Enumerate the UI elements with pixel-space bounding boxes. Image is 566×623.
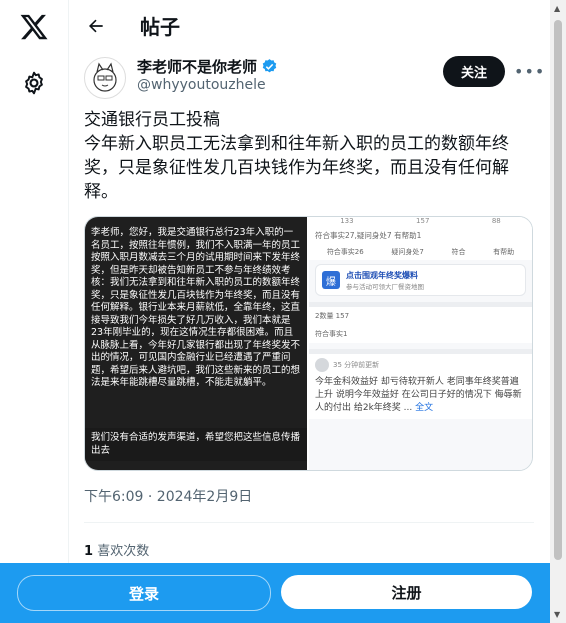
- post-detail: 帖子 李老师不是你老师 @whyyoutouzhele 关注 ••• 交通银行员…: [68, 0, 550, 623]
- author-name-text[interactable]: 李老师不是你老师: [137, 56, 257, 77]
- letter-text: 李老师，您好，我是交通银行总行23年入职的一名员工，按照往年惯例，我们不入职满一…: [91, 227, 301, 388]
- screenshot-notice: 符合事实27,疑问身处7 有帮助1: [309, 227, 532, 244]
- likes-stat[interactable]: 1 喜欢次数: [84, 540, 149, 559]
- count: 157: [416, 217, 430, 225]
- screenshot-post-meta: 35 分钟前更新: [315, 358, 526, 372]
- page-header: 帖子: [68, 0, 550, 53]
- left-nav: [0, 0, 69, 623]
- post-media[interactable]: 李老师，您好，我是交通银行总行23年入职的一名员工，按照往年惯例，我们不入职满一…: [84, 216, 533, 471]
- more-icon[interactable]: •••: [514, 62, 545, 81]
- gear-icon[interactable]: [21, 70, 47, 96]
- post-line: 今年新入职员工无法拿到和往年新入职的员工的数额年终奖，只是象征性发几百块钱作为年…: [84, 134, 509, 202]
- x-logo-icon[interactable]: [19, 12, 49, 42]
- verified-badge-icon: [262, 59, 277, 73]
- follow-button[interactable]: 关注: [443, 56, 505, 87]
- likes-count: 1: [84, 544, 94, 559]
- scrollbar[interactable]: ▲ ▼: [550, 0, 566, 623]
- screenshot-categories: 符合事实26 疑问身处7 符合 有帮助: [309, 244, 532, 260]
- post-line: 交通银行员工投稿: [84, 110, 220, 130]
- media-image-screenshot[interactable]: 133 157 88 符合事实27,疑问身处7 有帮助1 符合事实26 疑问身处…: [307, 217, 532, 470]
- post-time: 35 分钟前更新: [333, 360, 380, 369]
- signup-button[interactable]: 注册: [281, 575, 532, 609]
- post-text: 交通银行员工投稿 今年新入职员工无法拿到和往年新入职的员工的数额年终奖，只是象征…: [84, 108, 536, 204]
- screenshot-post-more: 全文: [415, 403, 434, 413]
- avatar[interactable]: [84, 57, 126, 99]
- card-badge: 爆: [322, 271, 340, 289]
- likes-label: 喜欢次数: [97, 544, 150, 559]
- login-button[interactable]: 登录: [17, 575, 271, 611]
- scroll-down-icon[interactable]: ▼: [554, 610, 560, 619]
- avatar: [315, 358, 329, 372]
- category: 符合: [451, 248, 466, 256]
- category: 符合事实26: [326, 248, 364, 256]
- author-name[interactable]: 李老师不是你老师: [137, 56, 278, 77]
- category: 有帮助: [493, 248, 515, 256]
- divider: [84, 522, 534, 523]
- screenshot-post: 35 分钟前更新 今年金科效益好 却亏待软开新人 老同事年终奖普遍上升 说明今年…: [309, 354, 532, 419]
- auth-bar: 登录 注册: [0, 563, 550, 623]
- letter-footer: 我们没有合适的发声渠道，希望您把这些信息传播出去: [85, 428, 307, 461]
- card-title: 点击围观年终奖爆料: [346, 270, 418, 280]
- category: 疑问身处7: [391, 248, 424, 256]
- scrollbar-thumb[interactable]: [554, 20, 562, 560]
- media-image-letter[interactable]: 李老师，您好，我是交通银行总行23年入职的一名员工，按照往年惯例，我们不入职满一…: [85, 217, 307, 470]
- card-subtitle: 参与活动可领大厂餐资地图: [346, 282, 424, 291]
- screenshot-count-row: 2数量 157: [309, 307, 532, 325]
- author-handle[interactable]: @whyyoutouzhele: [137, 77, 266, 93]
- screenshot-section-row: 符合事实1: [309, 325, 532, 343]
- scroll-up-icon[interactable]: ▲: [554, 4, 560, 13]
- page-title: 帖子: [140, 15, 180, 39]
- screenshot-top-counts: 133 157 88: [309, 217, 532, 227]
- post-timestamp[interactable]: 下午6:09 · 2024年2月9日: [84, 486, 252, 506]
- count: 88: [491, 217, 501, 225]
- screenshot-card: 爆 点击围观年终奖爆料 参与活动可领大厂餐资地图: [315, 264, 526, 296]
- count: 133: [340, 217, 354, 225]
- back-arrow-icon[interactable]: [86, 16, 106, 36]
